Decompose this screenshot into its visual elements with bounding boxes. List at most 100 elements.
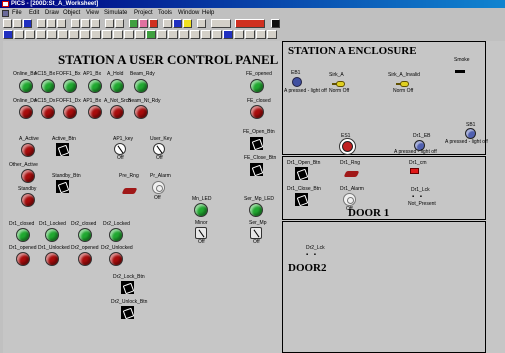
menu-simulate[interactable]: Simulate [104, 9, 127, 18]
led-dr1-locked [45, 228, 59, 242]
lamp-tool-icon[interactable] [190, 30, 200, 39]
group-icon[interactable] [102, 30, 112, 39]
d-icon[interactable] [267, 30, 277, 39]
document-icon[interactable] [2, 10, 9, 17]
label-dr1-close-btn: Dr1_Close_Btn [287, 186, 321, 192]
menu-project[interactable]: Project [134, 9, 153, 18]
text-icon[interactable] [80, 30, 90, 39]
sirk-a-lock-icon[interactable] [332, 81, 345, 87]
ap1-key-switch[interactable] [114, 143, 126, 155]
cursor-icon[interactable] [271, 19, 280, 28]
user-key-switch[interactable] [153, 143, 165, 155]
label-fe-closed: FE_closed [247, 98, 271, 104]
select-icon[interactable] [36, 30, 46, 39]
pr-alarm-horn-icon [152, 181, 165, 194]
sb1-button[interactable] [465, 128, 476, 139]
label-fe-close-btn: FE_Close_Btn [244, 155, 277, 161]
menu-draw[interactable]: Draw [45, 9, 59, 18]
step-icon[interactable] [163, 19, 172, 28]
dial-tool-icon[interactable] [179, 30, 189, 39]
led-tool-icon[interactable] [135, 30, 145, 39]
ellipse-icon[interactable] [69, 30, 79, 39]
help-icon[interactable] [197, 19, 206, 28]
menu-object[interactable]: Object [63, 9, 80, 18]
undo-icon[interactable] [71, 19, 80, 28]
menu-tools[interactable]: Tools [158, 9, 172, 18]
c-icon[interactable] [256, 30, 266, 39]
label-sirk-a: Sirk_A [329, 72, 344, 78]
label-pr-alarm-off: Off [154, 195, 161, 201]
dr1-open-button[interactable] [295, 167, 308, 180]
label-dr1-locked: Dr1_Locked [39, 221, 66, 227]
label-active-btn: Active_Btn [52, 136, 76, 142]
minor-switch[interactable] [195, 227, 207, 239]
label-ap1-key-off: Off [117, 155, 124, 161]
led-dr2-locked [109, 228, 123, 242]
dr2-unlock-button[interactable] [121, 306, 134, 319]
stop-icon[interactable] [149, 19, 158, 28]
arrow-icon[interactable] [201, 30, 211, 39]
label-ser-mp-led: Ser_Mp_LED [244, 196, 275, 202]
menu-window[interactable]: Window [178, 9, 199, 18]
knob-tool-icon[interactable] [157, 30, 167, 39]
label-a-hold: A_Hold [107, 71, 124, 77]
plus-icon[interactable] [212, 30, 222, 39]
label-dr2-opened: Dr2_opened [71, 245, 99, 251]
line-icon[interactable] [47, 30, 57, 39]
led-dr1-unlocked [45, 252, 59, 266]
copy-icon[interactable] [47, 19, 56, 28]
meter-tool-icon[interactable] [168, 30, 178, 39]
switch-tool-icon[interactable] [124, 30, 134, 39]
label-ac15-bx: AC15_Bx [34, 71, 56, 77]
label-dr1-cm: Dr1_cm [409, 160, 427, 166]
dr1-close-button[interactable] [295, 193, 308, 206]
a-icon[interactable] [234, 30, 244, 39]
paste-icon[interactable] [57, 19, 66, 28]
label-ap1-bx: AP1_Bx [83, 71, 102, 77]
b-icon[interactable] [245, 30, 255, 39]
run-icon[interactable] [129, 19, 138, 28]
label-a-not-srch: A_Not_Srch [104, 98, 131, 104]
image-icon[interactable] [91, 30, 101, 39]
door2-title: DOOR2 [288, 262, 327, 274]
pause-icon[interactable] [139, 19, 148, 28]
preview-icon[interactable] [91, 19, 100, 28]
fe-close-button[interactable] [250, 163, 263, 176]
new-icon[interactable] [3, 19, 12, 28]
button-tool-icon[interactable] [113, 30, 123, 39]
align-icon[interactable] [25, 30, 35, 39]
monitor-icon[interactable] [173, 19, 182, 28]
green-tool-icon[interactable] [146, 30, 156, 39]
rect-icon[interactable] [58, 30, 68, 39]
toolbar-main [3, 19, 303, 29]
cut-icon[interactable] [37, 19, 46, 28]
menu-help[interactable]: Help [202, 9, 214, 18]
active-button[interactable] [56, 143, 69, 156]
es1-emergency-stop-button[interactable] [342, 141, 353, 152]
standby-button[interactable] [56, 180, 69, 193]
menu-file[interactable]: File [12, 9, 22, 18]
alarm-icon[interactable] [183, 19, 192, 28]
save-icon[interactable] [23, 19, 32, 28]
print-icon[interactable] [81, 19, 90, 28]
window-icon[interactable] [211, 19, 231, 28]
label-dr1-lck: Dr1_Lck [411, 187, 430, 193]
zoom-icon[interactable] [105, 19, 114, 28]
connect-icon[interactable] [223, 30, 233, 39]
menu-view[interactable]: View [86, 9, 99, 18]
label-foff1-bx: FOFF1_Bx [56, 71, 81, 77]
led-dr2-unlocked [109, 252, 123, 266]
menu-edit[interactable]: Edit [29, 9, 39, 18]
eb1-button[interactable] [292, 77, 302, 87]
fe-open-button[interactable] [250, 137, 263, 150]
layout-icon[interactable] [14, 30, 24, 39]
open-icon[interactable] [13, 19, 22, 28]
label-dr1-eb: Dr1_EB [413, 133, 431, 139]
grid-icon[interactable] [115, 19, 124, 28]
palette-icon[interactable] [3, 30, 13, 39]
sirk-a-invalid-lock-icon[interactable] [396, 81, 409, 87]
ser-mp-switch[interactable] [250, 227, 262, 239]
label-user-key-off: Off [156, 155, 163, 161]
dr2-lock-button[interactable] [121, 281, 134, 294]
app-icon [2, 1, 9, 7]
